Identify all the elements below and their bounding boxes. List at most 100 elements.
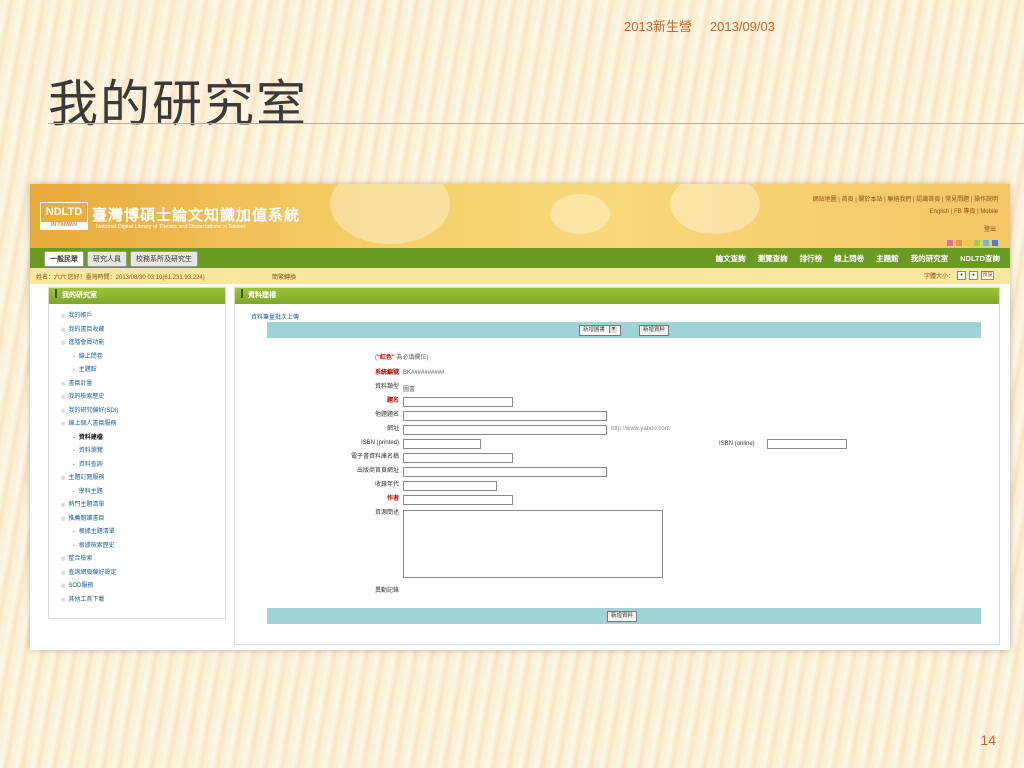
menu-thesis-search[interactable]: 論文查詢 <box>716 253 746 264</box>
system-id-value: BK########## <box>403 370 445 376</box>
sidebar-item[interactable]: 線上個人書目服務 <box>49 418 225 432</box>
url-input[interactable] <box>403 425 607 435</box>
logout-link[interactable]: 登出 <box>984 224 996 233</box>
top-links-row1[interactable]: 網站地圖 | 首頁 | 關於本站 | 聯絡我們 | 認識首頁 | 常見問題 | … <box>813 194 998 206</box>
sidebar-item[interactable]: 主題訂閱服務 <box>49 472 225 486</box>
sidebar-item[interactable]: SOD服務 <box>49 580 225 594</box>
site-logo-sub: IN TAIWAN <box>41 222 87 229</box>
row-url: 網址 <box>295 424 399 434</box>
row-data-type: 資料類型 <box>295 382 399 392</box>
alt-title-input[interactable] <box>403 411 607 421</box>
add-record-button-top[interactable]: 新增資料 <box>639 325 670 336</box>
system-id-label: 系統編號 <box>374 370 399 376</box>
sidebar-item[interactable]: 我的研究偏好(SDI) <box>49 405 225 419</box>
sidebar-item[interactable]: 書目計量 <box>49 378 225 392</box>
site-banner: NDLTD IN TAIWAN 臺灣博碩士論文知識加值系統 National D… <box>30 184 1010 248</box>
title-divider <box>48 123 1024 124</box>
slide-title: 我的研究室 <box>48 75 308 133</box>
row-alt-title: 他題題名 <box>295 410 399 420</box>
theme-color-swatch[interactable] <box>947 240 953 246</box>
tab-researchers[interactable]: 研究人員 <box>87 251 127 267</box>
top-links-row2[interactable]: English | FB 專頁 | Mobile <box>813 206 998 218</box>
isbn-print-input[interactable] <box>403 439 481 449</box>
user-info-bar: 姓名：六六 您好！臺灣時間：2013/08/30 03:10(61.231.93… <box>30 268 1010 284</box>
ebook-db-input[interactable] <box>403 453 513 463</box>
year-label: 收錄年代 <box>374 482 399 488</box>
menu-ranking[interactable]: 排行榜 <box>800 253 823 264</box>
sidebar-item[interactable]: 根據檢索歷史 <box>49 540 225 554</box>
note-suffix: 為必填欄位) <box>396 355 429 361</box>
sidebar-item[interactable]: 資料建檔 <box>49 432 225 446</box>
add-record-button-bottom[interactable]: 新增資料 <box>607 611 638 622</box>
menu-ndltd[interactable]: NDLTD查詢 <box>960 253 1000 264</box>
publisher-url-input[interactable] <box>403 467 607 477</box>
slide-event-label: 2013新生營 <box>624 19 692 34</box>
submit-bar: 新增資料 <box>267 608 981 624</box>
site-title: 臺灣博碩士論文知識加值系統 <box>92 206 301 224</box>
site-subtitle: National Digital Library of Theses and D… <box>96 224 246 230</box>
sidebar: 我的研究室 我的帳戶我的書目收藏進階會員功能線上問卷主題館書目計量我的檢索歷史我… <box>48 287 226 619</box>
row-ebook-db: 電子書資料庫名稱 <box>295 452 399 462</box>
sidebar-item[interactable]: 查詢網頁偏好設定 <box>49 567 225 581</box>
sidebar-item[interactable]: 資料瀏覽 <box>49 445 225 459</box>
data-type-value: 圖書 <box>403 387 416 393</box>
sidebar-item[interactable]: 進階會員功能 <box>49 337 225 351</box>
menu-survey[interactable]: 線上問卷 <box>834 253 864 264</box>
theme-color-swatch[interactable] <box>965 240 971 246</box>
content-title: 資料建檔 <box>235 288 999 304</box>
slide-date-line: 2013新生營 2013/09/03 <box>624 16 793 35</box>
simplified-traditional-toggle[interactable]: 簡繁轉換 <box>272 272 296 281</box>
url-label: 網址 <box>386 426 399 432</box>
theme-color-swatch[interactable] <box>983 240 989 246</box>
isbn-online-input[interactable] <box>767 439 847 449</box>
menu-my-lab[interactable]: 我的研究室 <box>911 253 949 264</box>
abstract-label: 資源簡述 <box>374 510 399 516</box>
sidebar-item[interactable]: 推薦閱讀書目 <box>49 513 225 527</box>
year-input[interactable] <box>403 481 497 491</box>
site-logo[interactable]: NDLTD IN TAIWAN <box>40 202 88 230</box>
alt-title-label: 他題題名 <box>374 412 399 418</box>
tab-public[interactable]: 一般民眾 <box>44 251 84 267</box>
sidebar-item[interactable]: 學科主題 <box>49 486 225 500</box>
title-label: 題名 <box>386 398 399 404</box>
bulk-upload-link[interactable]: 資料筆量批次上傳 <box>251 312 299 321</box>
title-input[interactable] <box>403 397 513 407</box>
font-size-label: 字體大小： <box>923 274 954 280</box>
row-system-id: 系統編號 <box>295 368 399 378</box>
audience-tabs: 一般民眾 研究人員 校務系所及研究生 <box>44 251 198 267</box>
chevron-down-icon: ▼ <box>609 326 618 333</box>
slide-date: 2013/09/03 <box>709 19 775 34</box>
theme-color-swatch[interactable] <box>974 240 980 246</box>
menu-topics[interactable]: 主題館 <box>876 253 899 264</box>
tab-campus[interactable]: 校務系所及研究生 <box>130 251 198 267</box>
abstract-textarea[interactable] <box>403 510 663 578</box>
theme-color-swatch[interactable] <box>992 240 998 246</box>
theme-color-swatch[interactable] <box>956 240 962 246</box>
sidebar-item[interactable]: 我的帳戶 <box>49 310 225 324</box>
sidebar-item[interactable]: 線上問卷 <box>49 351 225 365</box>
publisher-url-label: 出版商首頁網址 <box>356 468 399 474</box>
font-size-control: 字體大小： ● ● 預設 <box>924 271 994 280</box>
sidebar-item[interactable]: 其他工具下載 <box>49 594 225 608</box>
author-input[interactable] <box>403 495 513 505</box>
note-red: "紅色" <box>377 355 395 361</box>
sidebar-item[interactable]: 整合檢索 <box>49 553 225 567</box>
sidebar-item[interactable]: 我的書目收藏 <box>49 324 225 338</box>
theme-color-picker <box>947 240 998 246</box>
menu-browse[interactable]: 瀏覽查詢 <box>758 253 788 264</box>
sidebar-item[interactable]: 熱門主題清單 <box>49 499 225 513</box>
required-note: ("紅色" 為必填欄位) <box>375 352 428 361</box>
website-screenshot: NDLTD IN TAIWAN 臺灣博碩士論文知識加值系統 National D… <box>30 184 1010 650</box>
sidebar-item[interactable]: 我的檢索歷史 <box>49 391 225 405</box>
sidebar-item[interactable]: 主題館 <box>49 364 225 378</box>
slide-page-number: 14 <box>980 732 996 748</box>
font-size-large-button[interactable]: ● <box>969 271 978 280</box>
sidebar-item[interactable]: 資料查詢 <box>49 459 225 473</box>
sidebar-item[interactable]: 根據主題清單 <box>49 526 225 540</box>
content-panel: 資料建檔 資料筆量批次上傳 新增圖書 ▼ 新增資料 ("紅色" 為必填欄位) 系統… <box>234 287 1000 645</box>
slide-header: 2013新生營 2013/09/03 我的研究室 <box>0 0 1024 140</box>
font-size-default-button[interactable]: 預設 <box>981 271 994 280</box>
record-type-select[interactable]: 新增圖書 ▼ <box>579 325 622 336</box>
font-size-small-button[interactable]: ● <box>957 271 966 280</box>
ebook-db-label: 電子書資料庫名稱 <box>350 454 399 460</box>
